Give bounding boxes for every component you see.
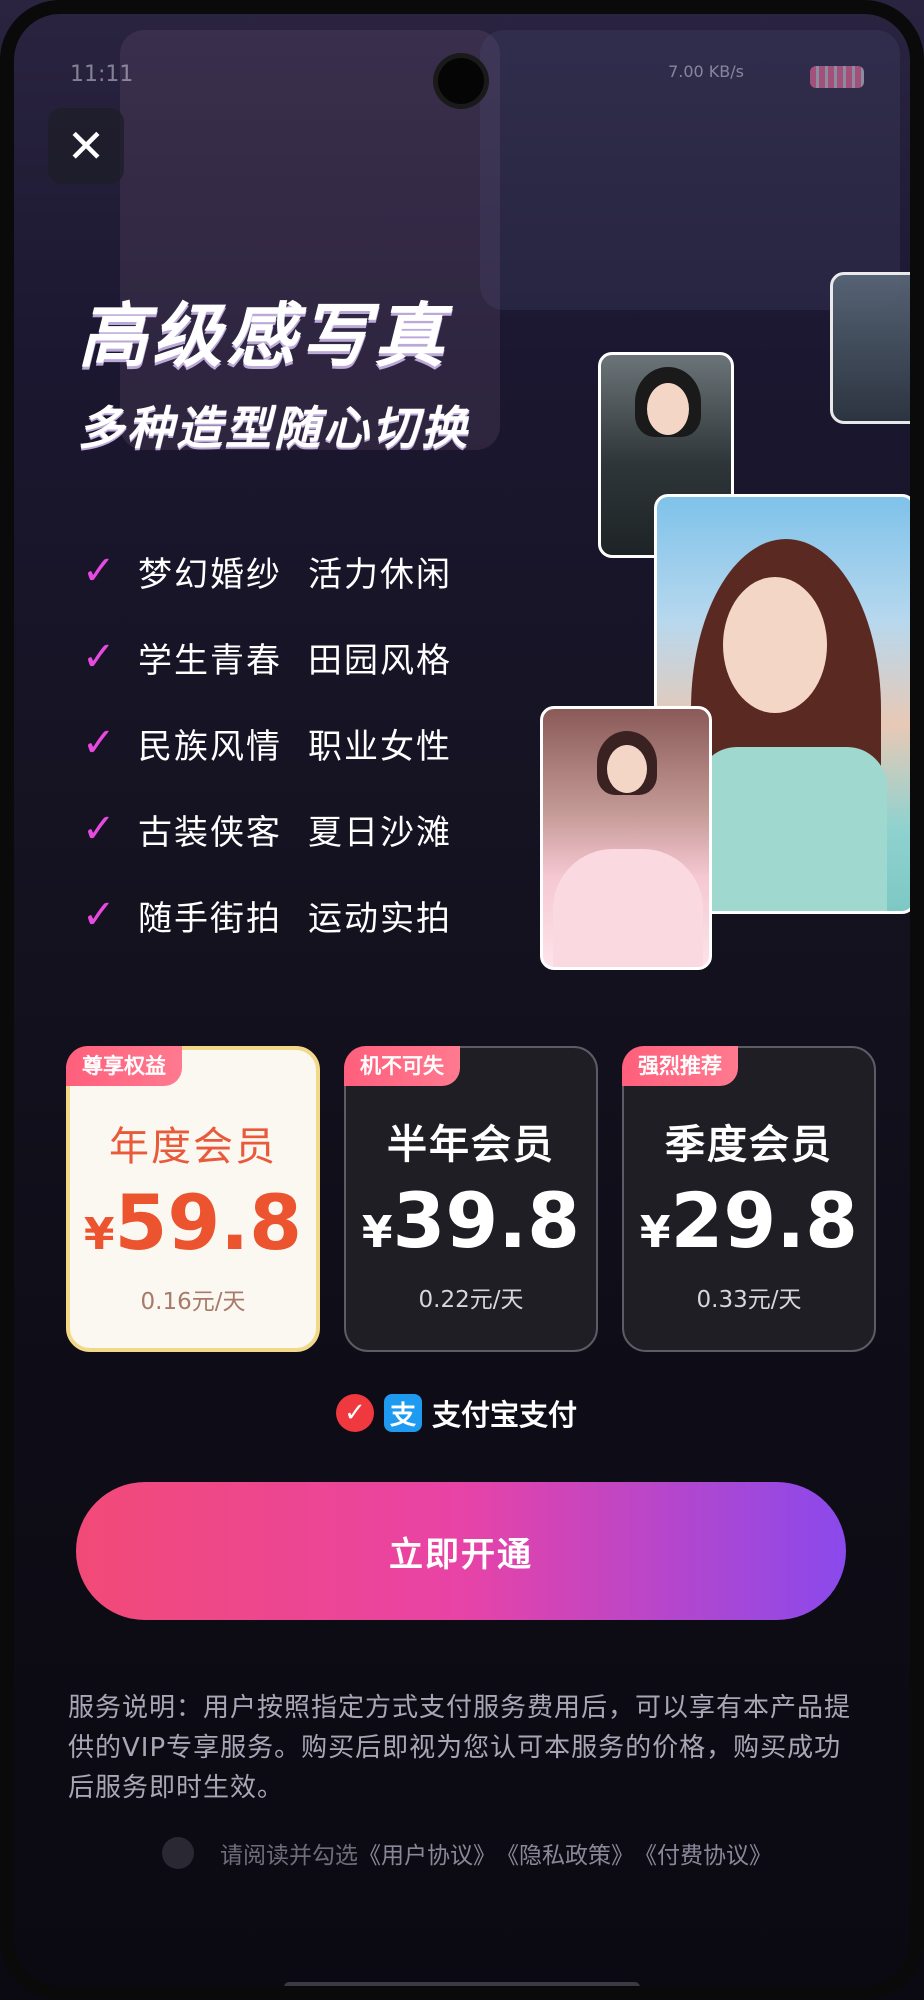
close-icon: ✕ <box>66 119 106 173</box>
feature-item: ✓ 民族风情 职业女性 <box>82 700 478 786</box>
hero-subtitle: 多种造型随心切换 <box>78 401 470 455</box>
check-icon: ✓ <box>82 806 116 852</box>
plan-name: 年度会员 <box>109 1124 277 1170</box>
price-value: 29.8 <box>670 1176 859 1265</box>
price-value: 39.8 <box>392 1176 581 1265</box>
user-agreement-link[interactable]: 《用户协议》 <box>358 1836 496 1870</box>
plan-card-half-year[interactable]: 机不可失 半年会员 ¥39.8 0.22元/天 <box>344 1046 598 1352</box>
activate-button[interactable]: 立即开通 <box>76 1482 846 1620</box>
feature-list: ✓ 梦幻婚纱 活力休闲 ✓ 学生青春 田园风格 ✓ 民族风情 职业女性 ✓ 古装侠客 夏日沙滩 … <box>82 528 478 958</box>
network-speed: 7.00 KB/s <box>668 62 744 81</box>
sample-photo <box>540 706 712 970</box>
feature-label: 随手街拍 <box>138 898 282 939</box>
feature-label: 夏日沙滩 <box>308 812 452 853</box>
status-time: 11:11 <box>70 62 134 87</box>
check-icon[interactable]: ✓ <box>336 1394 374 1432</box>
agreement-row: 请阅读并勾选 《用户协议》 《隐私政策》 《付费协议》 <box>162 1836 772 1870</box>
plan-price: ¥59.8 <box>70 1178 316 1267</box>
feature-item: ✓ 学生青春 田园风格 <box>82 614 478 700</box>
feature-label: 田园风格 <box>308 640 452 681</box>
plan-tag: 机不可失 <box>344 1046 460 1086</box>
feature-label: 梦幻婚纱 <box>138 554 282 595</box>
service-notice: 服务说明：用户按照指定方式支付服务费用后，可以享有本产品提供的VIP专享服务。购… <box>68 1693 852 1803</box>
hero-title: 高级感写真 <box>78 295 448 377</box>
plan-per-day: 0.33元/天 <box>696 1287 802 1313</box>
check-icon: ✓ <box>82 548 116 594</box>
agreement-prefix: 请阅读并勾选 <box>220 1843 358 1869</box>
feature-label: 民族风情 <box>138 726 282 767</box>
check-icon: ✓ <box>82 720 116 766</box>
payment-method[interactable]: ✓ 支 支付宝支付 <box>336 1392 577 1434</box>
feature-item: ✓ 古装侠客 夏日沙滩 <box>82 786 478 872</box>
price-value: 59.8 <box>114 1178 303 1267</box>
payment-method-label: 支付宝支付 <box>432 1398 578 1432</box>
feature-label: 运动实拍 <box>308 898 452 939</box>
sample-photo <box>830 272 924 424</box>
plan-card-quarterly[interactable]: 强烈推荐 季度会员 ¥29.8 0.33元/天 <box>622 1046 876 1352</box>
feature-item: ✓ 梦幻婚纱 活力休闲 <box>82 528 478 614</box>
feature-label: 古装侠客 <box>138 812 282 853</box>
plan-per-day: 0.16元/天 <box>140 1289 246 1315</box>
plan-price: ¥39.8 <box>346 1176 596 1265</box>
plan-name: 季度会员 <box>665 1122 833 1168</box>
feature-item: ✓ 随手街拍 运动实拍 <box>82 872 478 958</box>
plan-price: ¥29.8 <box>624 1176 874 1265</box>
currency-symbol: ¥ <box>361 1207 393 1258</box>
feature-label: 职业女性 <box>308 726 452 767</box>
plan-name: 半年会员 <box>387 1122 555 1168</box>
agreement-checkbox[interactable] <box>162 1837 194 1869</box>
vip-purchase-screen: 11:11 7.00 KB/s ✕ 高级感写真 多种造型随心切换 ✓ 梦幻婚纱 活力… <box>0 0 924 2000</box>
battery-icon <box>810 66 864 88</box>
feature-label: 学生青春 <box>138 640 282 681</box>
privacy-policy-link[interactable]: 《隐私政策》 <box>496 1836 634 1870</box>
plan-per-day: 0.22元/天 <box>418 1287 524 1313</box>
home-indicator[interactable] <box>284 1982 640 1992</box>
status-bar: 11:11 7.00 KB/s <box>70 62 864 92</box>
plan-card-annual[interactable]: 尊享权益 年度会员 ¥59.8 0.16元/天 <box>66 1046 320 1352</box>
plan-tag: 强烈推荐 <box>622 1046 738 1086</box>
payment-agreement-link[interactable]: 《付费协议》 <box>634 1836 772 1870</box>
alipay-icon: 支 <box>384 1394 422 1432</box>
check-icon: ✓ <box>82 634 116 680</box>
plan-tag: 尊享权益 <box>66 1046 182 1086</box>
currency-symbol: ¥ <box>83 1209 115 1260</box>
close-button[interactable]: ✕ <box>48 108 124 184</box>
feature-label: 活力休闲 <box>308 554 452 595</box>
currency-symbol: ¥ <box>639 1207 671 1258</box>
check-icon: ✓ <box>82 892 116 938</box>
